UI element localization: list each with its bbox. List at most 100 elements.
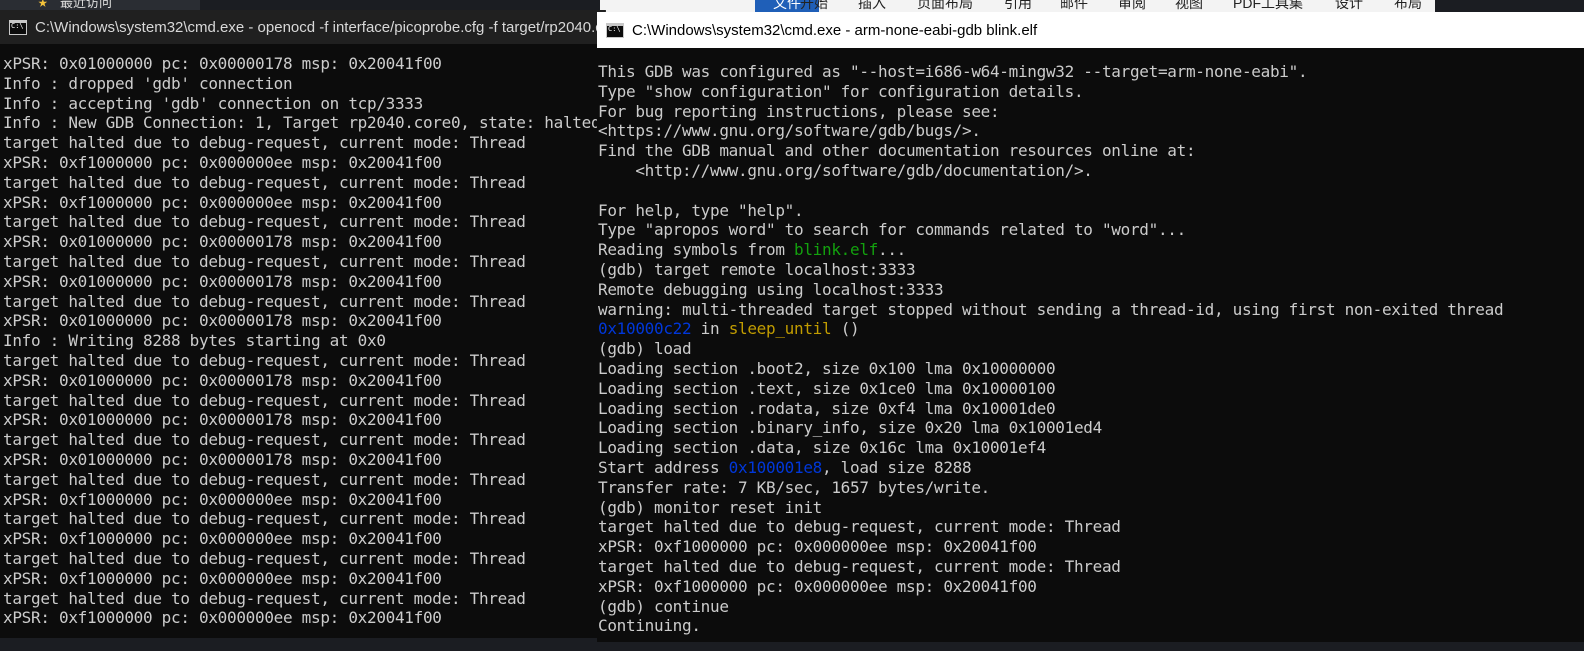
terminal-line: xPSR: 0xf1000000 pc: 0x000000ee msp: 0x2… — [3, 569, 605, 589]
terminal-line: Info : New GDB Connection: 1, Target rp2… — [3, 113, 605, 133]
terminal-text: Info : accepting 'gdb' connection on tcp… — [3, 93, 423, 113]
terminal-text: xPSR: 0xf1000000 pc: 0x000000ee msp: 0x2… — [3, 608, 442, 628]
terminal-line: Loading section .text, size 0x1ce0 lma 0… — [598, 379, 1584, 399]
terminal-text: target halted due to debug-request, curr… — [3, 172, 526, 192]
terminal-text: Reading symbols from — [598, 240, 794, 260]
terminal-text: target halted due to debug-request, curr… — [598, 517, 1121, 537]
window-title: C:\Windows\system32\cmd.exe - arm-none-e… — [632, 21, 1038, 39]
terminal-text-yellow: sleep_until — [728, 319, 832, 339]
background-explorer-strip: ★ 最近访问 — [0, 0, 200, 10]
terminal-line: xPSR: 0xf1000000 pc: 0x000000ee msp: 0x2… — [3, 153, 605, 173]
terminal-text: Start address — [598, 457, 729, 477]
ribbon-tab-insert[interactable]: 插入 — [858, 0, 886, 12]
terminal-text: (gdb) monitor reset init — [598, 497, 822, 517]
terminal-text: Transfer rate: 7 KB/sec, 1657 bytes/writ… — [598, 477, 990, 497]
terminal-line: target halted due to debug-request, curr… — [3, 173, 605, 193]
cmd-icon — [9, 19, 27, 35]
terminal-text: xPSR: 0xf1000000 pc: 0x000000ee msp: 0x2… — [3, 529, 442, 549]
openocd-console-window[interactable]: C:\Windows\system32\cmd.exe - openocd -f… — [0, 10, 606, 638]
ribbon-tab-pdf-tools[interactable]: PDF工具集 — [1233, 0, 1303, 12]
terminal-line: 0x10000c22 in sleep_until () — [598, 319, 1584, 339]
terminal-text: target halted due to debug-request, curr… — [3, 350, 526, 370]
ribbon-tab-review[interactable]: 审阅 — [1118, 0, 1146, 12]
ribbon-tab-view[interactable]: 视图 — [1175, 0, 1203, 12]
terminal-line: target halted due to debug-request, curr… — [3, 351, 605, 371]
terminal-text: target halted due to debug-request, curr… — [3, 469, 526, 489]
terminal-line: xPSR: 0x01000000 pc: 0x00000178 msp: 0x2… — [3, 232, 605, 252]
openocd-title-bar[interactable]: C:\Windows\system32\cmd.exe - openocd -f… — [0, 10, 605, 44]
terminal-line: Find the GDB manual and other documentat… — [598, 141, 1584, 161]
ribbon-tab-layout2[interactable]: 布局 — [1394, 0, 1422, 12]
window-title: C:\Windows\system32\cmd.exe - openocd -f… — [35, 18, 605, 36]
terminal-line: xPSR: 0xf1000000 pc: 0x000000ee msp: 0x2… — [3, 608, 605, 628]
terminal-line: target halted due to debug-request, curr… — [598, 557, 1584, 577]
terminal-text: <https://www.gnu.org/software/gdb/bugs/>… — [598, 121, 981, 141]
terminal-text: xPSR: 0x01000000 pc: 0x00000178 msp: 0x2… — [3, 54, 442, 73]
terminal-text: target halted due to debug-request, curr… — [3, 390, 526, 410]
terminal-line: <https://www.gnu.org/software/gdb/bugs/>… — [598, 121, 1584, 141]
terminal-text: target halted due to debug-request, curr… — [3, 291, 526, 311]
terminal-text: For bug reporting instructions, please s… — [598, 101, 1000, 121]
ribbon-tab-mailings[interactable]: 邮件 — [1060, 0, 1088, 12]
ribbon-tab-home[interactable]: 开始 — [800, 0, 828, 12]
terminal-text-green: blink.elf — [794, 240, 878, 260]
terminal-text: xPSR: 0xf1000000 pc: 0x000000ee msp: 0x2… — [3, 192, 442, 212]
terminal-text: <http://www.gnu.org/software/gdb/documen… — [598, 160, 1093, 180]
terminal-text: xPSR: 0xf1000000 pc: 0x000000ee msp: 0x2… — [3, 489, 442, 509]
terminal-line: (gdb) load — [598, 339, 1584, 359]
cmd-icon — [606, 22, 624, 38]
ribbon-tab-design[interactable]: 设计 — [1335, 0, 1363, 12]
terminal-text-blue: 0x10000c22 — [598, 319, 692, 339]
terminal-text: xPSR: 0x01000000 pc: 0x00000178 msp: 0x2… — [3, 370, 442, 390]
gdb-terminal-output[interactable]: This GDB was configured as "--host=i686-… — [598, 62, 1584, 636]
terminal-text: target halted due to debug-request, curr… — [3, 548, 526, 568]
terminal-text: warning: multi-threaded target stopped w… — [598, 299, 1504, 319]
terminal-text: , load size 8288 — [822, 457, 972, 477]
terminal-line: xPSR: 0xf1000000 pc: 0x000000ee msp: 0x2… — [3, 490, 605, 510]
terminal-text: in — [691, 319, 729, 339]
terminal-line: xPSR: 0x01000000 pc: 0x00000178 msp: 0x2… — [3, 371, 605, 391]
terminal-line: xPSR: 0xf1000000 pc: 0x000000ee msp: 0x2… — [3, 529, 605, 549]
terminal-text: (gdb) continue — [598, 596, 729, 616]
terminal-line: Type "show configuration" for configurat… — [598, 82, 1584, 102]
terminal-line: Loading section .data, size 0x16c lma 0x… — [598, 438, 1584, 458]
terminal-text: target halted due to debug-request, curr… — [3, 133, 526, 153]
terminal-line: target halted due to debug-request, curr… — [3, 292, 605, 312]
terminal-line: target halted due to debug-request, curr… — [3, 133, 605, 153]
terminal-text: xPSR: 0xf1000000 pc: 0x000000ee msp: 0x2… — [3, 152, 442, 172]
terminal-line: Loading section .rodata, size 0xf4 lma 0… — [598, 399, 1584, 419]
terminal-line: warning: multi-threaded target stopped w… — [598, 300, 1584, 320]
terminal-text: xPSR: 0xf1000000 pc: 0x000000ee msp: 0x2… — [598, 537, 1037, 557]
terminal-text: xPSR: 0xf1000000 pc: 0x000000ee msp: 0x2… — [3, 568, 442, 588]
terminal-text: Loading section .binary_info, size 0x20 … — [598, 418, 1102, 438]
terminal-text: ... — [878, 240, 906, 260]
gdb-console-window[interactable]: C:\Windows\system32\cmd.exe - arm-none-e… — [597, 12, 1584, 642]
gdb-title-bar[interactable]: C:\Windows\system32\cmd.exe - arm-none-e… — [597, 12, 1584, 48]
terminal-line: target halted due to debug-request, curr… — [3, 212, 605, 232]
terminal-line: Info : dropped 'gdb' connection — [3, 74, 605, 94]
terminal-line: Reading symbols from blink.elf... — [598, 240, 1584, 260]
terminal-text: Type "apropos word" to search for comman… — [598, 220, 1186, 240]
terminal-line: For bug reporting instructions, please s… — [598, 102, 1584, 122]
terminal-text: xPSR: 0x01000000 pc: 0x00000178 msp: 0x2… — [3, 311, 442, 331]
terminal-text: Find the GDB manual and other documentat… — [598, 141, 1196, 161]
terminal-text: Info : New GDB Connection: 1, Target rp2… — [3, 113, 601, 133]
terminal-line: target halted due to debug-request, curr… — [3, 470, 605, 490]
terminal-line: Continuing. — [598, 616, 1584, 636]
ribbon-tab-references[interactable]: 引用 — [1004, 0, 1032, 12]
terminal-line: Start address 0x100001e8, load size 8288 — [598, 458, 1584, 478]
terminal-line: target halted due to debug-request, curr… — [3, 549, 605, 569]
terminal-text: (gdb) target remote localhost:3333 — [598, 259, 916, 279]
terminal-line: xPSR: 0x01000000 pc: 0x00000178 msp: 0x2… — [3, 311, 605, 331]
terminal-line: target halted due to debug-request, curr… — [598, 517, 1584, 537]
terminal-text: Loading section .data, size 0x16c lma 0x… — [598, 438, 1046, 458]
terminal-text: xPSR: 0x01000000 pc: 0x00000178 msp: 0x2… — [3, 449, 442, 469]
terminal-line: target halted due to debug-request, curr… — [3, 589, 605, 609]
terminal-line: Loading section .binary_info, size 0x20 … — [598, 418, 1584, 438]
terminal-line: target halted due to debug-request, curr… — [3, 430, 605, 450]
terminal-text: Info : dropped 'gdb' connection — [3, 73, 293, 93]
openocd-terminal-output[interactable]: xPSR: 0x01000000 pc: 0x00000178 msp: 0x2… — [3, 54, 605, 628]
terminal-text: target halted due to debug-request, curr… — [3, 251, 526, 271]
ribbon-tab-layout[interactable]: 页面布局 — [917, 0, 973, 12]
terminal-line: (gdb) monitor reset init — [598, 498, 1584, 518]
